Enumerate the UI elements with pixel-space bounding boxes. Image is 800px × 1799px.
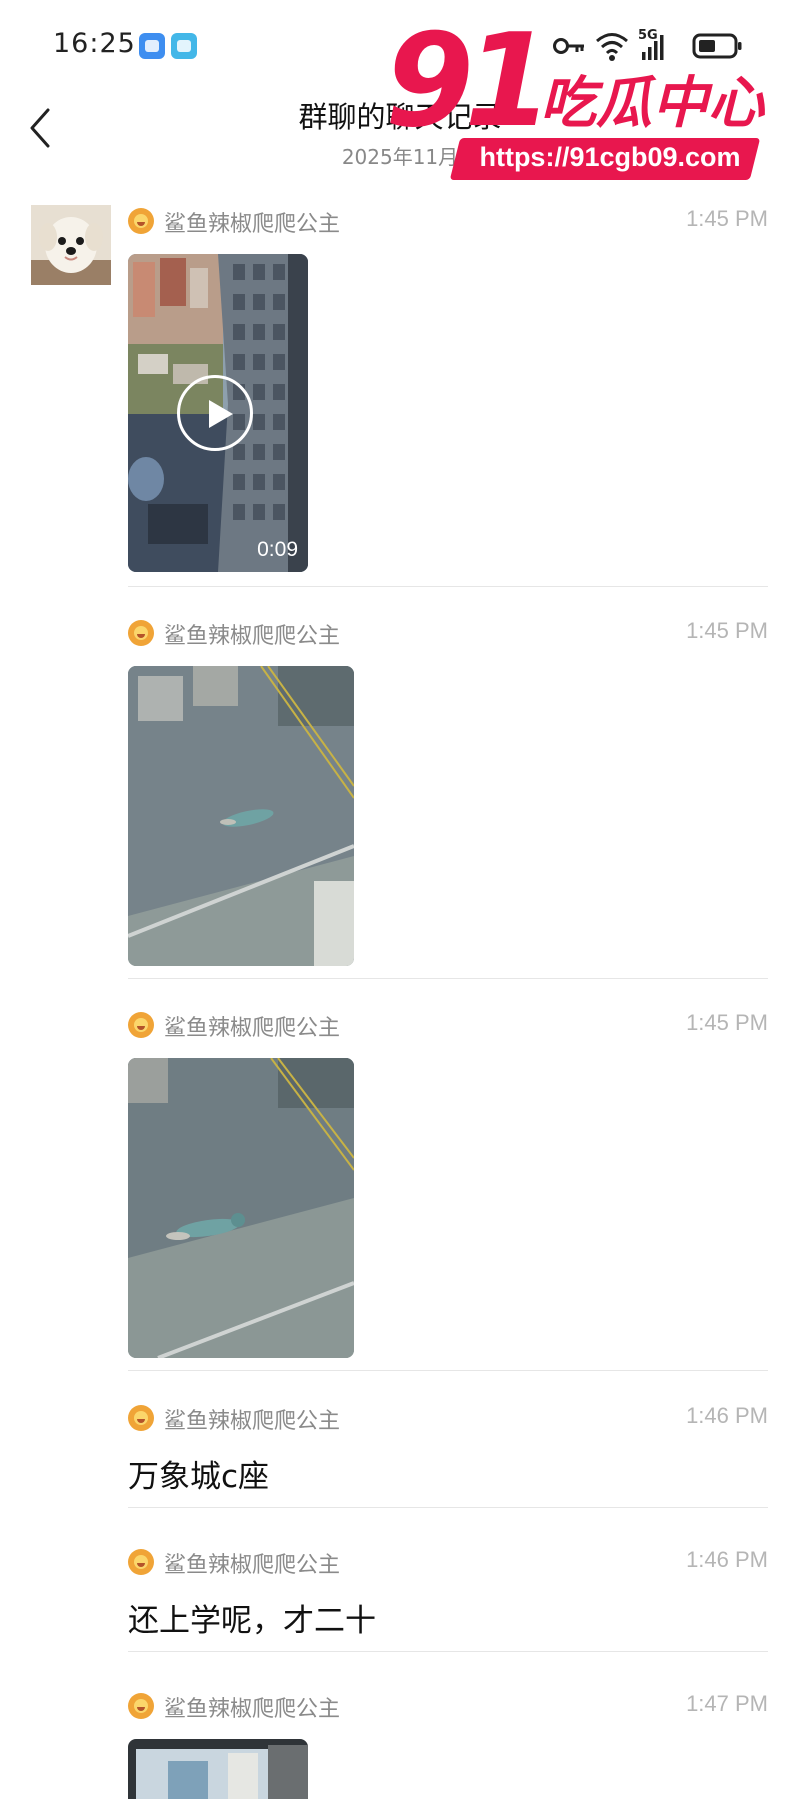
message-text: 还上学呢，才二十 bbox=[128, 1603, 376, 1639]
play-icon[interactable] bbox=[177, 375, 253, 451]
image-thumbnail[interactable] bbox=[128, 666, 354, 966]
status-time: 16:25 bbox=[53, 28, 136, 59]
sender-badge-icon bbox=[128, 620, 154, 646]
message-header: 鲨鱼辣椒爬爬公主 1:45 PM bbox=[128, 618, 768, 650]
message-time: 1:45 PM bbox=[686, 206, 768, 231]
chat-app-icon bbox=[139, 33, 165, 59]
sender-name: 鲨鱼辣椒爬爬公主 bbox=[164, 1553, 341, 1578]
sender-badge-icon bbox=[128, 1549, 154, 1575]
sender-badge-icon bbox=[128, 1012, 154, 1038]
sender-badge-icon bbox=[128, 1405, 154, 1431]
watermark-logo: 91 吃瓜中心 https://91cgb09.com bbox=[385, 18, 780, 188]
sender-name: 鲨鱼辣椒爬爬公主 bbox=[164, 624, 341, 649]
sender-name: 鲨鱼辣椒爬爬公主 bbox=[164, 1016, 341, 1041]
message-divider bbox=[128, 1651, 768, 1652]
reader-app-icon bbox=[171, 33, 197, 59]
message-header: 鲨鱼辣椒爬爬公主 1:47 PM bbox=[128, 1691, 768, 1723]
image-thumbnail[interactable] bbox=[128, 1058, 354, 1358]
sender-name: 鲨鱼辣椒爬爬公主 bbox=[164, 212, 341, 237]
message-time: 1:45 PM bbox=[686, 1010, 768, 1035]
message-header: 鲨鱼辣椒爬爬公主 1:46 PM bbox=[128, 1547, 768, 1579]
sender-name: 鲨鱼辣椒爬爬公主 bbox=[164, 1409, 341, 1434]
message-time: 1:47 PM bbox=[686, 1691, 768, 1716]
message-divider bbox=[128, 1507, 768, 1508]
sender-name: 鲨鱼辣椒爬爬公主 bbox=[164, 1697, 341, 1722]
message-header: 鲨鱼辣椒爬爬公主 1:45 PM bbox=[128, 1010, 768, 1042]
image-thumbnail[interactable] bbox=[128, 1739, 308, 1799]
message-divider bbox=[128, 1370, 768, 1371]
message-divider bbox=[128, 978, 768, 979]
watermark-brand-text: 吃瓜中心 bbox=[540, 71, 764, 136]
message-text: 万象城c座 bbox=[128, 1459, 270, 1495]
watermark-number: 91 bbox=[385, 7, 553, 156]
message-header: 鲨鱼辣椒爬爬公主 1:45 PM bbox=[128, 206, 768, 238]
sender-badge-icon bbox=[128, 208, 154, 234]
message-divider bbox=[128, 586, 768, 587]
watermark-url: https://91cgb09.com bbox=[479, 142, 741, 172]
video-duration: 0:09 bbox=[257, 538, 298, 561]
message-time: 1:46 PM bbox=[686, 1403, 768, 1428]
message-time: 1:45 PM bbox=[686, 618, 768, 643]
message-time: 1:46 PM bbox=[686, 1547, 768, 1572]
message-header: 鲨鱼辣椒爬爬公主 1:46 PM bbox=[128, 1403, 768, 1435]
avatar[interactable] bbox=[31, 205, 111, 285]
sender-badge-icon bbox=[128, 1693, 154, 1719]
video-thumbnail[interactable]: 0:09 bbox=[128, 254, 308, 572]
